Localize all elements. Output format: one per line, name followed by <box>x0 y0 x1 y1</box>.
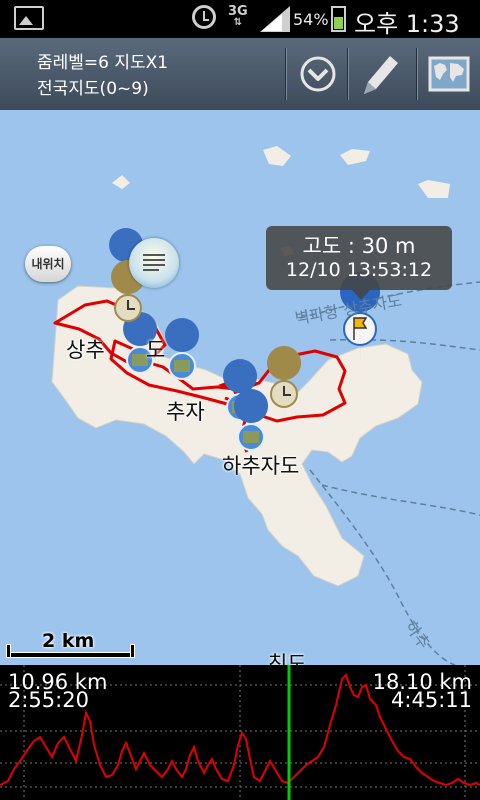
map-scale-bar: 2 km <box>6 630 135 658</box>
islet <box>418 180 450 198</box>
toolbar-divider <box>416 48 418 100</box>
left-elapsed-time: 2:55:20 <box>8 688 89 712</box>
scale-tick <box>130 644 135 658</box>
scale-label: 2 km <box>42 630 95 652</box>
network-type-indicator: 3G ⇅ <box>228 4 248 28</box>
timestamp-text: 12/10 13:53:12 <box>285 259 433 281</box>
battery-percent: 54% <box>293 10 329 29</box>
data-transfer-icon: ⇅ <box>233 17 243 28</box>
chevron-down-circle-icon <box>300 56 336 92</box>
scale-tick <box>6 644 11 658</box>
waypoint-info-tooltip: 고도 : 30 m 12/10 13:53:12 <box>266 226 452 300</box>
map-place-label: 도 <box>146 338 166 362</box>
signal-strength-icon <box>260 6 290 32</box>
world-map-icon <box>428 56 470 92</box>
map-place-label: 추자 <box>166 400 205 424</box>
status-clock: 오후 1:33 <box>354 10 460 38</box>
islet <box>340 149 370 165</box>
map-place-label: 칙도 <box>268 652 307 665</box>
my-location-button[interactable]: 내위치 <box>25 246 71 282</box>
pencil-icon <box>364 56 398 94</box>
map-select-button[interactable] <box>420 38 478 110</box>
map-place-label: 상추 <box>66 338 105 362</box>
ferry-route <box>321 484 480 516</box>
map-view[interactable]: 내위치 고도 : 30 m 12/10 13:53:12 상추 도 추자 하추자… <box>0 110 480 665</box>
alarm-clock-icon <box>192 5 216 29</box>
map-source-name: 전국지도(0~9) <box>37 79 149 99</box>
battery-icon <box>331 6 346 32</box>
edit-track-button[interactable] <box>350 38 408 110</box>
altitude-text: 고도 : 30 m <box>302 234 416 258</box>
zoom-level-info: 줌레벨=6 지도X1 <box>37 53 169 73</box>
layer-dropdown-button[interactable] <box>289 38 347 110</box>
status-bar: 3G ⇅ 54% 오후 1:33 <box>0 0 480 38</box>
islet <box>263 146 291 166</box>
map-place-label: 하추자도 <box>222 454 300 478</box>
islet <box>112 175 130 189</box>
elevation-profile-panel[interactable]: 10.96 km 2:55:20 18.10 km 4:45:11 <box>0 665 480 800</box>
map-toolbar: 줌레벨=6 지도X1 전국지도(0~9) <box>0 38 480 111</box>
right-elapsed-time: 4:45:11 <box>391 688 472 712</box>
toolbar-divider <box>285 48 287 100</box>
toolbar-divider <box>347 48 349 100</box>
track-list-button[interactable] <box>129 238 179 288</box>
scale-line <box>6 652 134 658</box>
gallery-notification-icon <box>14 6 44 30</box>
map-canvas <box>51 146 480 665</box>
list-icon <box>143 254 165 271</box>
